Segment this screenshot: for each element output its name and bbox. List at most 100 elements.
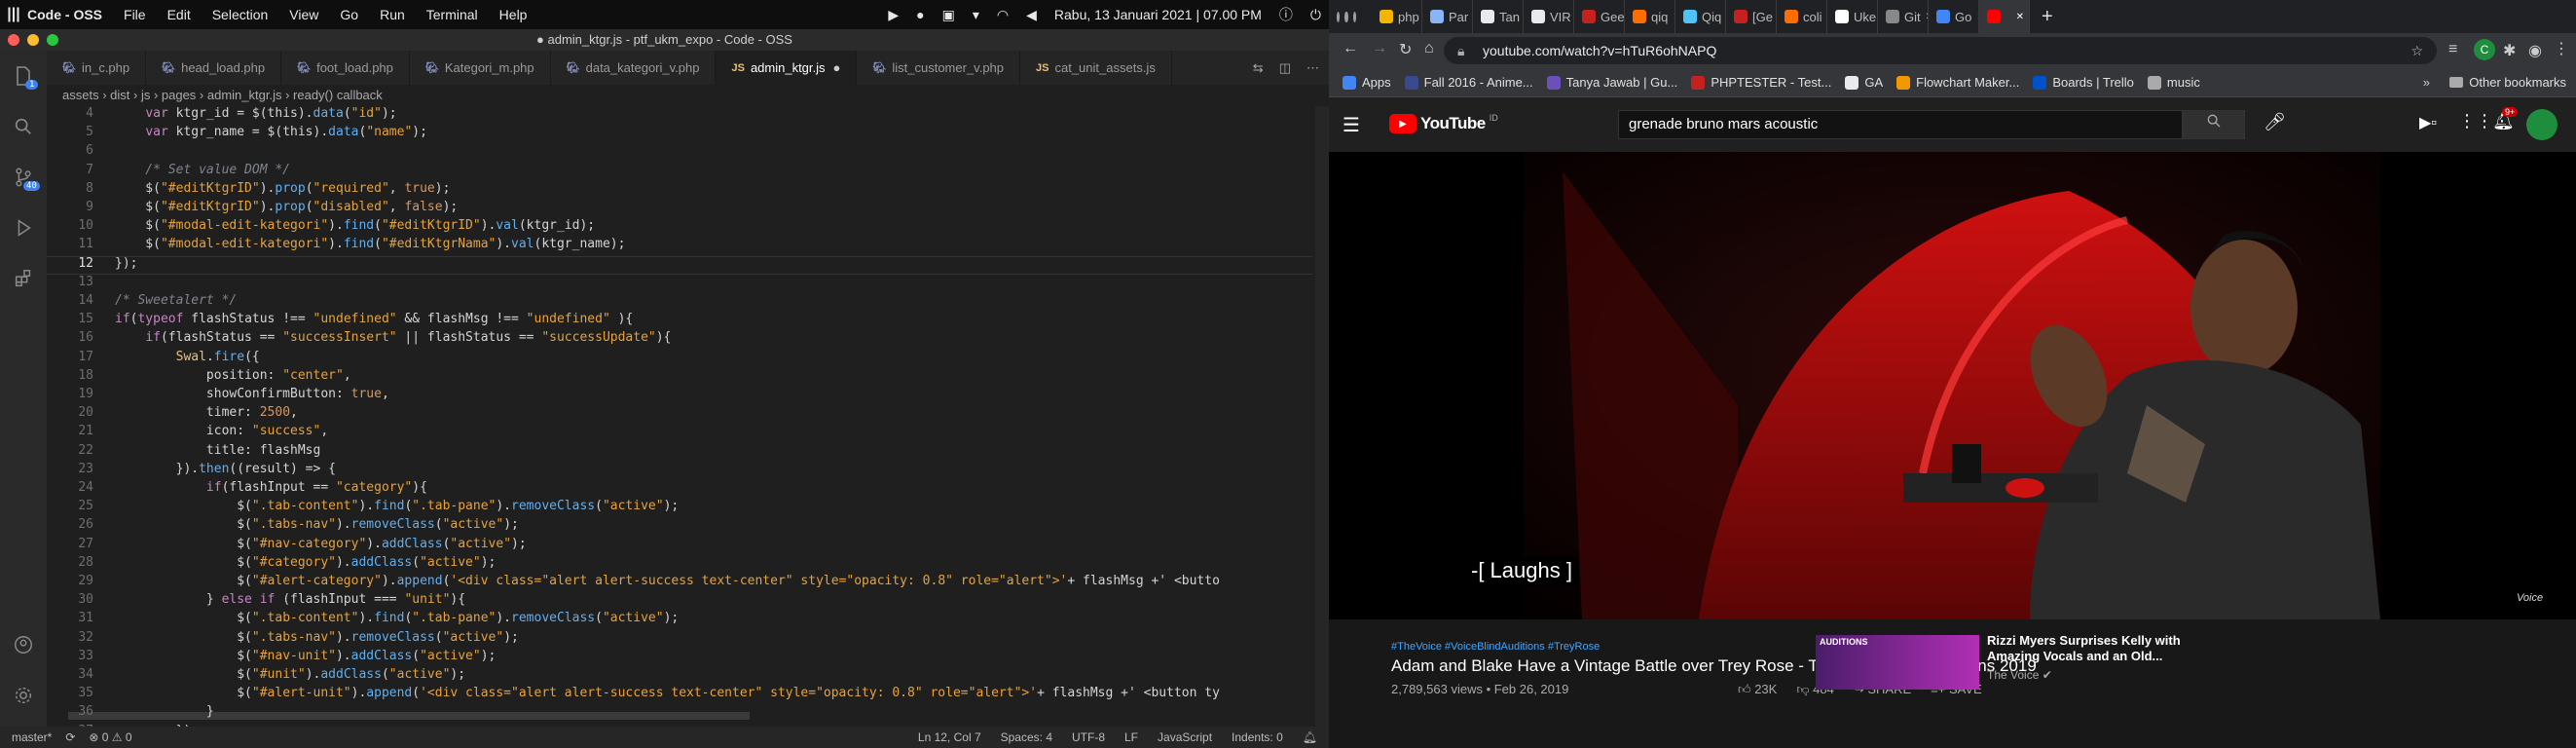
editor-tab[interactable]: 🐘︎ head_load.php [146, 51, 282, 85]
editor-tab[interactable]: 🐘︎ in_c.php [47, 51, 147, 85]
reload-icon[interactable]: ↻ [1399, 40, 1412, 59]
lock-icon[interactable]: 🔒︎ [1457, 37, 1464, 64]
code-line[interactable]: if(typeof flashStatus !== "undefined" &&… [115, 312, 633, 326]
code-line[interactable]: $("#category").addClass("active"); [115, 555, 496, 570]
breadcrumb-item[interactable]: assets [62, 88, 99, 102]
video-hashtags[interactable]: #TheVoice #VoiceBlindAuditions #TreyRose [1391, 641, 1600, 653]
menu-go[interactable]: Go [340, 7, 358, 22]
editor-scrollbar[interactable] [1315, 106, 1329, 727]
more-bookmarks-icon[interactable]: » [2423, 75, 2430, 90]
menu-edit[interactable]: Edit [167, 7, 191, 22]
browser-tab[interactable]: Uke✕ [1827, 0, 1878, 33]
bookmark-item[interactable]: PHPTESTER - Test... [1691, 75, 1831, 90]
puzzle-icon[interactable]: ✱ [2503, 41, 2516, 60]
browser-tab[interactable]: php✕ [1372, 0, 1422, 33]
browser-tab[interactable]: Par✕ [1422, 0, 1473, 33]
code-line[interactable]: $("#nav-unit").addClass("active"); [115, 649, 496, 663]
problems-count[interactable]: ⊗ 0 ⚠ 0 [89, 730, 131, 744]
browser-tab[interactable]: Gee✕ [1574, 0, 1625, 33]
minimize-window-button[interactable] [1344, 11, 1348, 22]
suggested-video-thumbnail[interactable]: AUDITIONS [1816, 635, 1979, 690]
editor-tab[interactable]: JS admin_ktgr.js ● [716, 51, 858, 85]
close-window-button[interactable] [1337, 11, 1341, 22]
power-icon[interactable]: ⏻ [1310, 7, 1321, 23]
browser-tab[interactable]: coli✕ [1777, 0, 1827, 33]
new-tab-button[interactable]: + [2042, 6, 2053, 28]
browser-tab[interactable]: ✕ [1979, 0, 2030, 33]
code-line[interactable]: Swal.fire({ [115, 350, 260, 364]
code-line[interactable]: timer: 2500, [115, 405, 298, 420]
code-line[interactable]: icon: "success", [115, 424, 328, 438]
code-line[interactable]: $("#modal-edit-kategori").find("#editKtg… [115, 237, 625, 251]
code-line[interactable]: $("#modal-edit-kategori").find("#editKtg… [115, 218, 595, 233]
search-icon[interactable] [0, 101, 47, 152]
code-editor[interactable]: 4 var ktgr_id = $(this).data("id"); 5 var… [47, 106, 1329, 727]
editor-tab[interactable]: 🐘︎ data_kategori_v.php [551, 51, 717, 85]
clipboard-icon[interactable]: ▣ [942, 7, 955, 23]
suggested-video-channel[interactable]: The Voice ✔ [1987, 668, 2052, 682]
bookmark-item[interactable]: Flowchart Maker... [1896, 75, 2019, 90]
address-bar[interactable]: 🔒︎ youtube.com/watch?v=hTuR6ohNAPQ ☆ [1444, 37, 2437, 64]
breadcrumb-item[interactable]: js [141, 88, 150, 102]
bookmark-item[interactable]: Boards | Trello [2033, 75, 2134, 90]
explorer-icon[interactable]: 1 [0, 51, 47, 101]
code-line[interactable]: $(".tabs-nav").removeClass("active"); [115, 517, 519, 532]
git-branch[interactable]: master* [12, 730, 52, 744]
code-line[interactable]: $("#editKtgrID").prop("required", true); [115, 181, 450, 196]
search-input[interactable]: grenade bruno mars acoustic [1618, 110, 2183, 139]
breadcrumb-item[interactable]: pages [162, 88, 196, 102]
menu-terminal[interactable]: Terminal [426, 7, 478, 22]
code-line[interactable]: $("#nav-category").addClass("active"); [115, 537, 526, 551]
code-line[interactable]: $(".tab-content").find(".tab-pane").remo… [115, 611, 679, 625]
code-line[interactable]: }); [115, 256, 137, 271]
datetime[interactable]: Rabu, 13 Januari 2021 | 07.00 PM [1054, 7, 1262, 22]
account-avatar[interactable] [2526, 109, 2558, 140]
code-line[interactable]: }).then((result) => { [115, 462, 336, 476]
media-controls-icon[interactable]: ≡ [2448, 41, 2457, 58]
bell-icon[interactable]: 🔔︎ [1303, 730, 1317, 744]
browser-tab[interactable]: Git✕ [1878, 0, 1929, 33]
menu-view[interactable]: View [289, 7, 318, 22]
compare-icon[interactable]: ⇆ [1253, 60, 1264, 76]
split-editor-icon[interactable]: ◫ [1279, 60, 1291, 76]
menu-run[interactable]: Run [380, 7, 405, 22]
video-player[interactable]: -[ Laughs ] Voice [1329, 152, 2576, 619]
maximize-window-button[interactable] [1352, 11, 1356, 22]
more-actions-icon[interactable]: ⋯ [1306, 60, 1319, 76]
search-button[interactable] [2183, 110, 2245, 139]
hamburger-menu-icon[interactable]: ☰ [1343, 113, 1360, 137]
maximize-window-button[interactable] [47, 34, 58, 46]
code-line[interactable]: position: "center", [115, 368, 351, 383]
suggested-video-title[interactable]: Rizzi Myers Surprises Kelly with Amazing… [1987, 633, 2191, 664]
code-line[interactable]: } [115, 704, 214, 719]
youtube-logo[interactable]: ▶ YouTube ID [1389, 113, 1498, 133]
extensions-icon[interactable] [0, 253, 47, 304]
settings-gear-icon[interactable] [0, 670, 47, 721]
code-line[interactable]: $("#alert-unit").append('<div class="ale… [115, 686, 1220, 700]
cursor-position[interactable]: Ln 12, Col 7 [918, 730, 981, 744]
browser-tab[interactable]: Tan✕ [1473, 0, 1524, 33]
editor-tab[interactable]: 🐘︎ Kategori_m.php [410, 51, 551, 85]
create-video-icon[interactable]: ▶▫ [2419, 113, 2437, 132]
browser-tab[interactable]: VIR✕ [1524, 0, 1574, 33]
encoding[interactable]: UTF-8 [1072, 730, 1105, 744]
close-window-button[interactable] [8, 34, 19, 46]
browser-tab[interactable]: Qiq✕ [1675, 0, 1726, 33]
other-bookmarks[interactable]: Other bookmarks [2449, 75, 2566, 90]
browser-tab[interactable]: [Ge✕ [1726, 0, 1777, 33]
volume-icon[interactable]: ◀ [1026, 7, 1037, 23]
dropdown-icon[interactable]: ▾ [973, 7, 979, 23]
menu-help[interactable]: Help [499, 7, 528, 22]
editor-tab[interactable]: JS cat_unit_assets.js [1020, 51, 1172, 85]
end-of-line[interactable]: LF [1124, 730, 1138, 744]
run-debug-icon[interactable] [0, 203, 47, 253]
code-line[interactable]: if(flashInput == "category"){ [115, 480, 427, 495]
code-line[interactable]: if(flashStatus == "successInsert" || fla… [115, 330, 671, 345]
editor-tab[interactable]: 🐘︎ list_customer_v.php [857, 51, 1021, 85]
bookmark-item[interactable]: GA [1845, 75, 1883, 90]
notifications-bell-icon[interactable]: 🔔︎ 9+ [2492, 107, 2519, 131]
unsaved-dot-icon[interactable]: ● [833, 60, 841, 75]
profile-menu-icon[interactable]: ◉ [2528, 41, 2542, 60]
bookmark-item[interactable]: Fall 2016 - Anime... [1404, 75, 1533, 90]
browser-tab[interactable]: qiq✕ [1625, 0, 1675, 33]
